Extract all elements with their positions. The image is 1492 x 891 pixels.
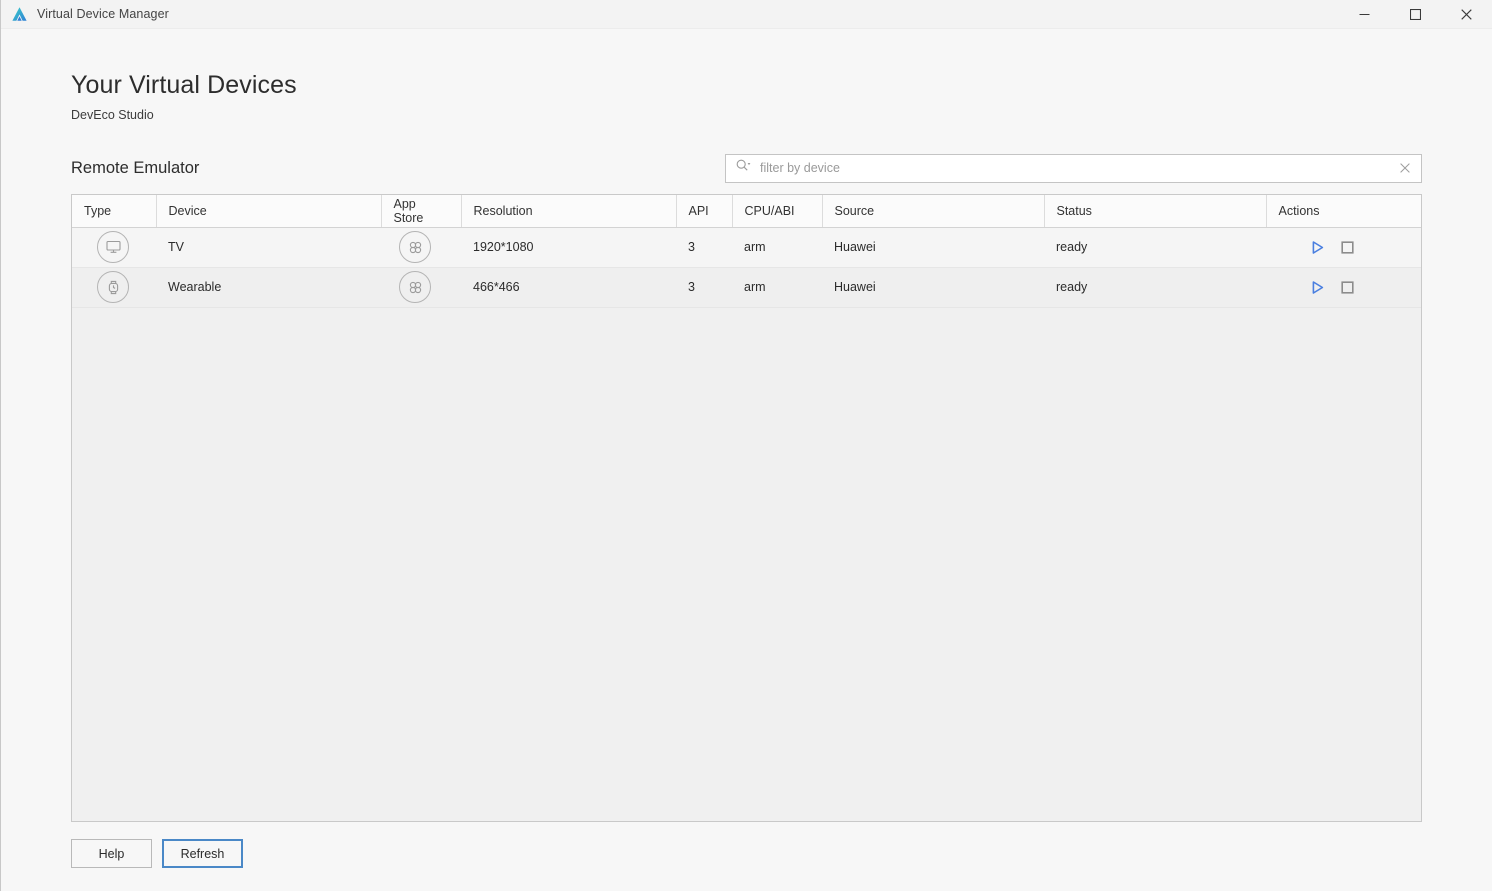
stop-icon[interactable]: [1338, 238, 1356, 256]
row-actions: [1266, 238, 1421, 256]
table-row[interactable]: TV: [72, 227, 1421, 267]
cell-resolution: 466*466: [461, 267, 676, 307]
page-title: Your Virtual Devices: [71, 71, 1422, 100]
column-header-device[interactable]: Device: [156, 195, 381, 227]
deveco-studio-logo-icon: [11, 6, 28, 23]
column-header-api[interactable]: API: [676, 195, 732, 227]
close-icon[interactable]: [1441, 0, 1492, 29]
column-header-actions[interactable]: Actions: [1266, 195, 1421, 227]
refresh-button[interactable]: Refresh: [162, 839, 243, 868]
cell-cpu-abi: arm: [732, 267, 822, 307]
table-empty-area: [72, 308, 1421, 822]
cell-status: ready: [1044, 227, 1266, 267]
title-bar: Virtual Device Manager: [1, 0, 1492, 29]
maximize-icon[interactable]: [1390, 0, 1441, 29]
app-gallery-icon: [399, 231, 431, 263]
cell-api: 3: [676, 227, 732, 267]
cell-type: [72, 227, 156, 267]
cell-status: ready: [1044, 267, 1266, 307]
page-content: Your Virtual Devices DevEco Studio Remot…: [1, 71, 1492, 868]
cell-cpu-abi: arm: [732, 227, 822, 267]
search-input[interactable]: [760, 161, 1397, 175]
play-icon[interactable]: [1308, 278, 1326, 296]
cell-api: 3: [676, 267, 732, 307]
devices-table-element: Type Device App Store Resolution API CPU…: [72, 195, 1421, 308]
help-button[interactable]: Help: [71, 839, 152, 868]
cell-app-store: [381, 267, 461, 307]
app-gallery-icon: [399, 271, 431, 303]
row-actions: [1266, 278, 1421, 296]
filter-search-box[interactable]: [725, 154, 1422, 183]
search-icon[interactable]: [736, 159, 751, 177]
column-header-status[interactable]: Status: [1044, 195, 1266, 227]
cell-app-store: [381, 227, 461, 267]
table-body: TV: [72, 227, 1421, 307]
cell-actions: [1266, 227, 1421, 267]
window-controls: [1339, 0, 1492, 29]
cell-source: Huawei: [822, 267, 1044, 307]
table-header-row: Type Device App Store Resolution API CPU…: [72, 195, 1421, 227]
cell-type: [72, 267, 156, 307]
cell-actions: [1266, 267, 1421, 307]
cell-device: Wearable: [156, 267, 381, 307]
section-title: Remote Emulator: [71, 159, 199, 178]
section-header-row: Remote Emulator: [71, 152, 1422, 184]
devices-table: Type Device App Store Resolution API CPU…: [71, 194, 1422, 822]
tv-monitor-icon: [97, 231, 129, 263]
footer-buttons: Help Refresh: [71, 839, 1422, 868]
stop-icon[interactable]: [1338, 278, 1356, 296]
window-title: Virtual Device Manager: [37, 7, 169, 21]
page-subtitle: DevEco Studio: [71, 108, 1422, 122]
watch-wearable-icon: [97, 271, 129, 303]
cell-source: Huawei: [822, 227, 1044, 267]
minimize-icon[interactable]: [1339, 0, 1390, 29]
column-header-app-store[interactable]: App Store: [381, 195, 461, 227]
table-row[interactable]: Wearable: [72, 267, 1421, 307]
column-header-type[interactable]: Type: [72, 195, 156, 227]
cell-device: TV: [156, 227, 381, 267]
cell-resolution: 1920*1080: [461, 227, 676, 267]
play-icon[interactable]: [1308, 238, 1326, 256]
table-header: Type Device App Store Resolution API CPU…: [72, 195, 1421, 227]
virtual-device-manager-window: Virtual Device Manager Your Virtual Devi…: [0, 0, 1492, 891]
close-icon[interactable]: [1397, 160, 1413, 176]
column-header-cpu-abi[interactable]: CPU/ABI: [732, 195, 822, 227]
column-header-source[interactable]: Source: [822, 195, 1044, 227]
column-header-resolution[interactable]: Resolution: [461, 195, 676, 227]
